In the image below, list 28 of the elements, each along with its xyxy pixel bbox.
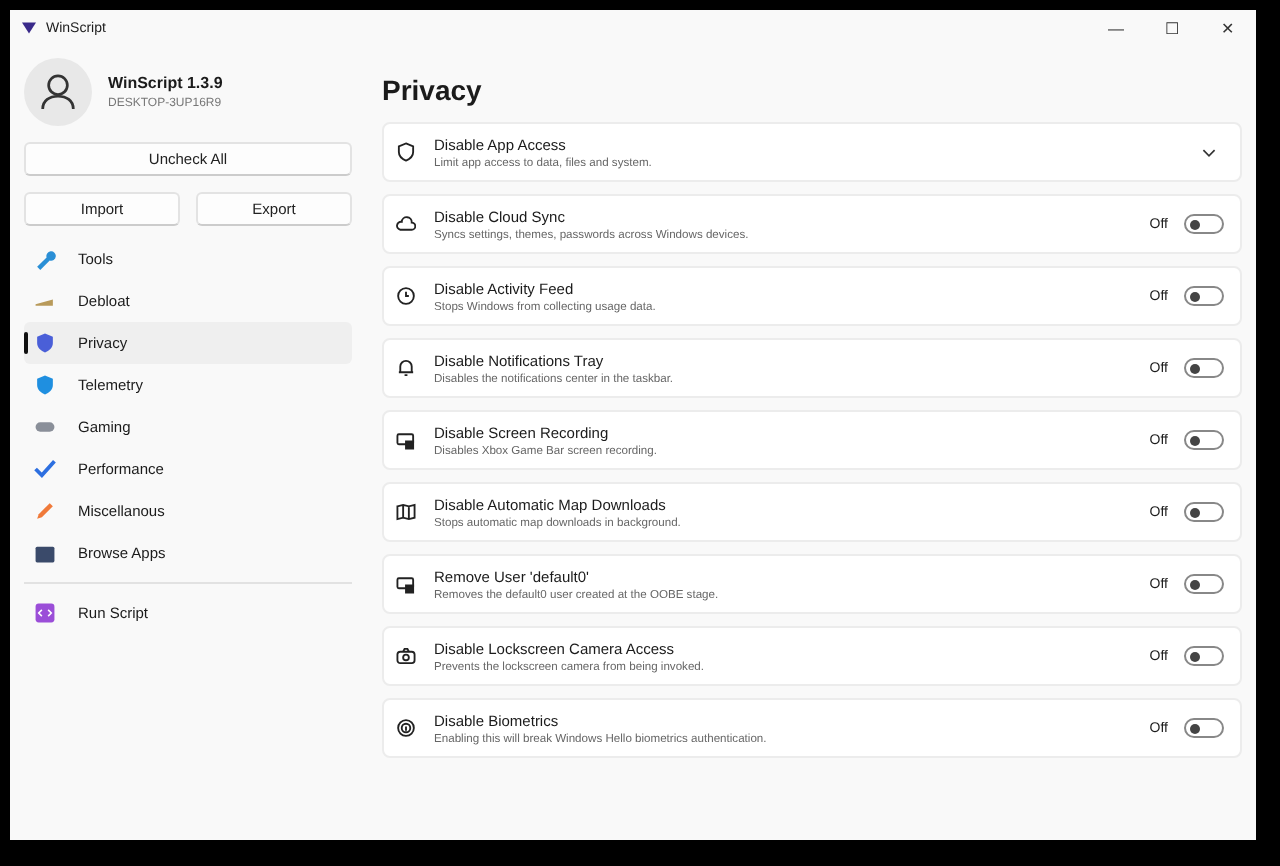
toggle-switch[interactable] [1184, 286, 1224, 306]
toggle-switch[interactable] [1184, 574, 1224, 594]
app-logo-icon [22, 22, 36, 34]
toggle-switch[interactable] [1184, 502, 1224, 522]
map-icon [396, 502, 416, 522]
minimize-button[interactable]: — [1088, 19, 1144, 37]
toggle-switch[interactable] [1184, 646, 1224, 666]
clock-icon [396, 286, 416, 306]
toggle-switch[interactable] [1184, 358, 1224, 378]
shield-icon [34, 332, 56, 354]
shield-icon [34, 374, 56, 396]
avatar-icon [24, 58, 92, 126]
camera-icon [396, 646, 416, 666]
checkmark-icon [34, 458, 56, 480]
toggle-switch[interactable] [1184, 718, 1224, 738]
chevron-icon[interactable] [1202, 147, 1216, 157]
toggle-switch[interactable] [1184, 430, 1224, 450]
cloud-icon [396, 214, 416, 234]
shield-lock-icon [396, 142, 416, 162]
app-version: WinScript 1.3.9 [108, 74, 223, 92]
toggle-switch[interactable] [1184, 214, 1224, 234]
screen-record-icon [396, 430, 416, 450]
page-title: Privacy [382, 74, 484, 106]
pencil-icon [34, 500, 56, 522]
close-button[interactable]: ✕ [1200, 19, 1256, 37]
maximize-button[interactable]: ☐ [1144, 19, 1200, 37]
bell-icon [396, 358, 416, 378]
script-icon [34, 602, 56, 624]
